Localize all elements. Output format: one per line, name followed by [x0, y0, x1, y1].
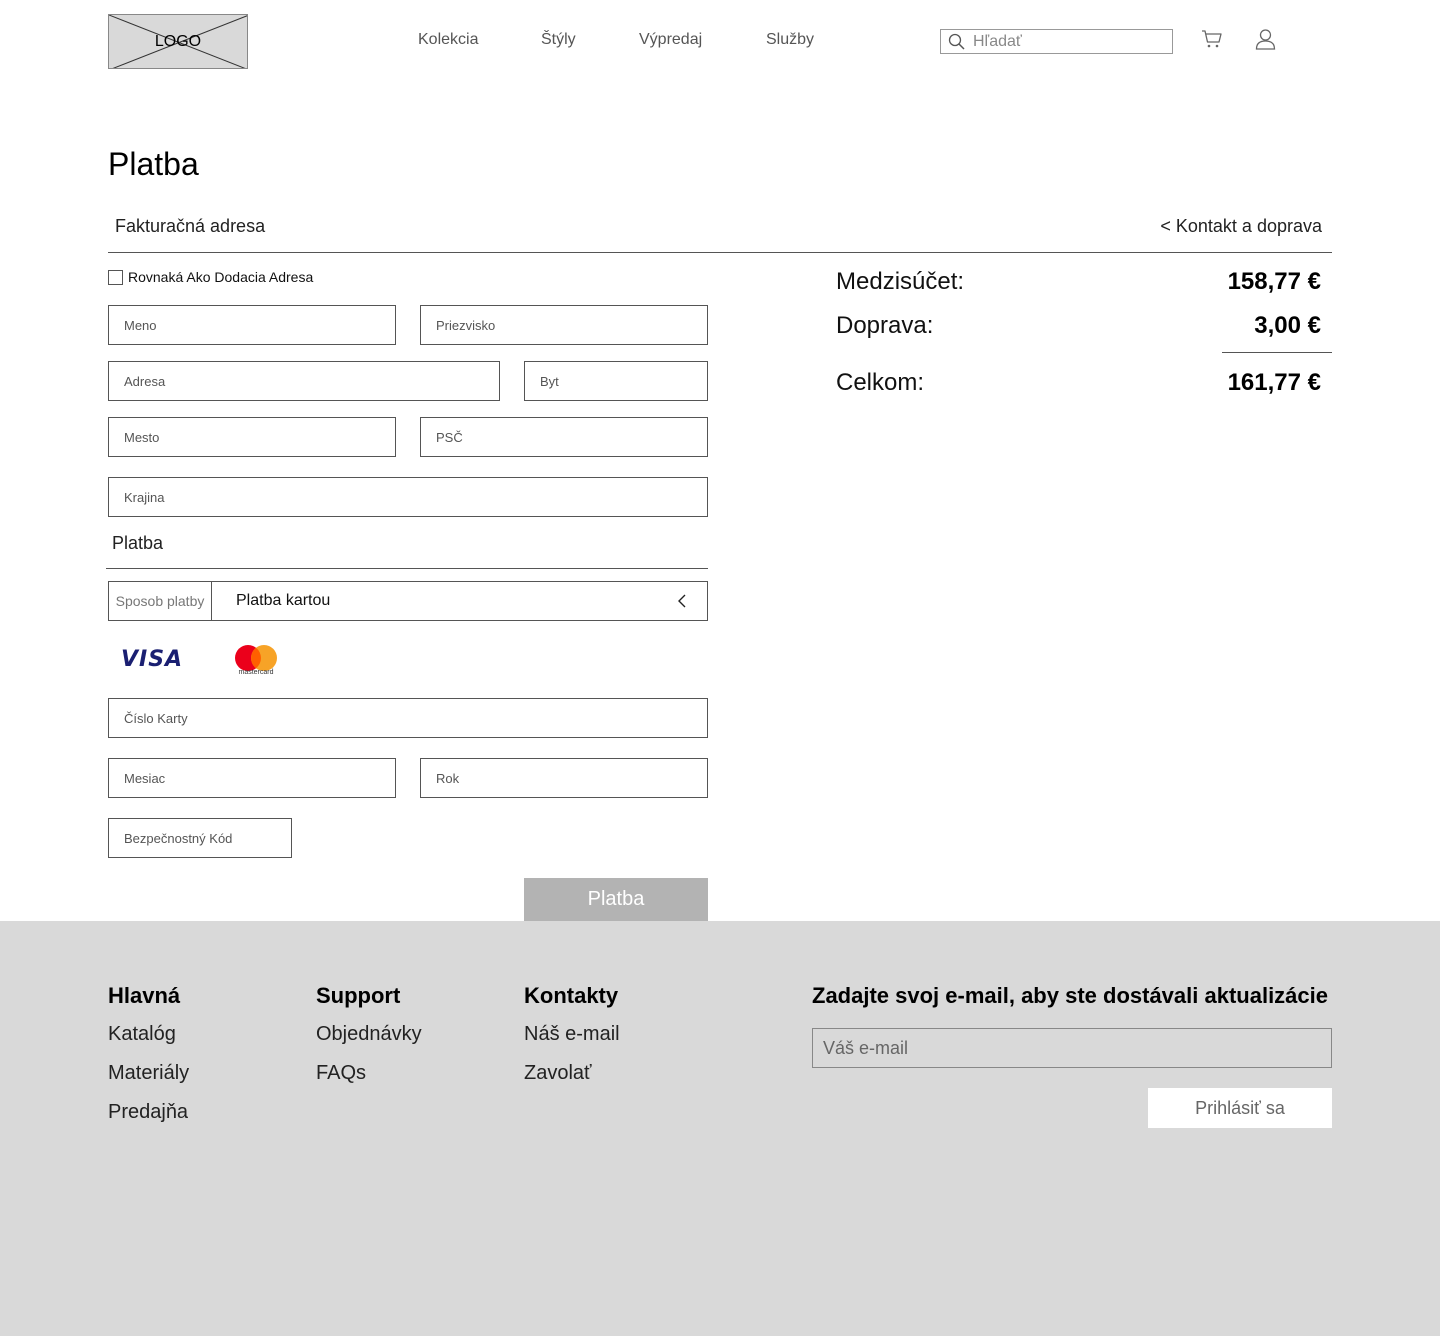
zip-input[interactable] — [421, 418, 707, 456]
mastercard-logo-icon — [235, 645, 277, 671]
footer-col-title-contacts: Kontakty — [524, 983, 619, 1008]
same-as-shipping-checkbox[interactable] — [108, 270, 123, 285]
footer-link-materials[interactable]: Materiály — [108, 1062, 189, 1085]
newsletter-email-field[interactable] — [812, 1028, 1332, 1068]
payment-method-label: Sposob platby — [109, 582, 212, 620]
payment-divider — [106, 568, 708, 569]
footer-link-store[interactable]: Predajňa — [108, 1101, 188, 1124]
total-label: Celkom: — [836, 369, 925, 396]
footer-link-catalog[interactable]: Katalóg — [108, 1023, 176, 1046]
month-field[interactable] — [108, 758, 396, 798]
month-input[interactable] — [109, 759, 395, 797]
year-input[interactable] — [421, 759, 707, 797]
first-name-field[interactable] — [108, 305, 396, 345]
payment-heading: Platba — [112, 533, 164, 553]
last-name-field[interactable] — [420, 305, 708, 345]
apartment-input[interactable] — [525, 362, 707, 400]
total-value: 161,77 € — [1227, 369, 1321, 396]
address-input[interactable] — [109, 362, 499, 400]
visa-logo: VISA — [121, 647, 184, 672]
back-to-contact-link[interactable]: < Kontakt a doprava — [1160, 216, 1322, 237]
payment-method-select[interactable]: Sposob platby Platba kartou — [108, 581, 708, 621]
page-title: Platba — [108, 146, 199, 182]
year-field[interactable] — [420, 758, 708, 798]
city-input[interactable] — [109, 418, 395, 456]
billing-address-heading: Fakturačná adresa — [115, 216, 266, 236]
summary-divider — [1222, 352, 1332, 353]
footer-col-title-main: Hlavná — [108, 983, 181, 1008]
footer-link-orders[interactable]: Objednávky — [316, 1023, 422, 1046]
payment-method-value: Platba kartou — [236, 592, 331, 609]
card-number-field[interactable] — [108, 698, 708, 738]
security-code-field[interactable] — [108, 818, 292, 858]
user-icon[interactable] — [1255, 28, 1276, 50]
newsletter-title: Zadajte svoj e-mail, aby ste dostávali a… — [812, 983, 1329, 1008]
nav-link-sluzby[interactable]: Služby — [766, 31, 814, 49]
section-divider — [108, 252, 1332, 253]
subtotal-label: Medzisúčet: — [836, 268, 965, 295]
logo[interactable]: LOGO — [108, 14, 248, 69]
card-number-input[interactable] — [109, 699, 707, 737]
footer-link-faqs[interactable]: FAQs — [316, 1062, 366, 1085]
same-as-shipping-label: Rovnaká Ako Dodacia Adresa — [128, 269, 314, 285]
newsletter-email-input[interactable] — [813, 1029, 1331, 1067]
newsletter-subscribe-button[interactable]: Prihlásiť sa — [1148, 1088, 1332, 1128]
nav-link-vypredaj[interactable]: Výpredaj — [639, 31, 702, 49]
footer-col-title-support: Support — [316, 983, 401, 1008]
search-box[interactable] — [940, 29, 1173, 54]
last-name-input[interactable] — [421, 306, 707, 344]
apartment-field[interactable] — [524, 361, 708, 401]
pay-button[interactable]: Platba — [524, 878, 708, 921]
subtotal-value: 158,77 € — [1227, 268, 1321, 295]
footer-link-email[interactable]: Náš e-mail — [524, 1023, 620, 1046]
first-name-input[interactable] — [109, 306, 395, 344]
logo-text: LOGO — [154, 32, 202, 50]
country-field[interactable] — [108, 477, 708, 517]
nav-link-styly[interactable]: Štýly — [541, 31, 576, 49]
cart-icon[interactable] — [1201, 29, 1223, 49]
security-code-input[interactable] — [109, 819, 291, 857]
search-icon — [948, 33, 965, 50]
country-input[interactable] — [109, 478, 707, 516]
address-field[interactable] — [108, 361, 500, 401]
footer-link-call[interactable]: Zavolať — [524, 1062, 592, 1085]
shipping-value: 3,00 € — [1254, 312, 1321, 339]
chevron-left-icon — [678, 594, 686, 608]
zip-field[interactable] — [420, 417, 708, 457]
nav-link-kolekcia[interactable]: Kolekcia — [418, 31, 478, 49]
shipping-label: Doprava: — [836, 312, 934, 339]
city-field[interactable] — [108, 417, 396, 457]
mastercard-wordmark: mastercard — [238, 669, 274, 676]
search-input[interactable] — [973, 31, 1168, 52]
